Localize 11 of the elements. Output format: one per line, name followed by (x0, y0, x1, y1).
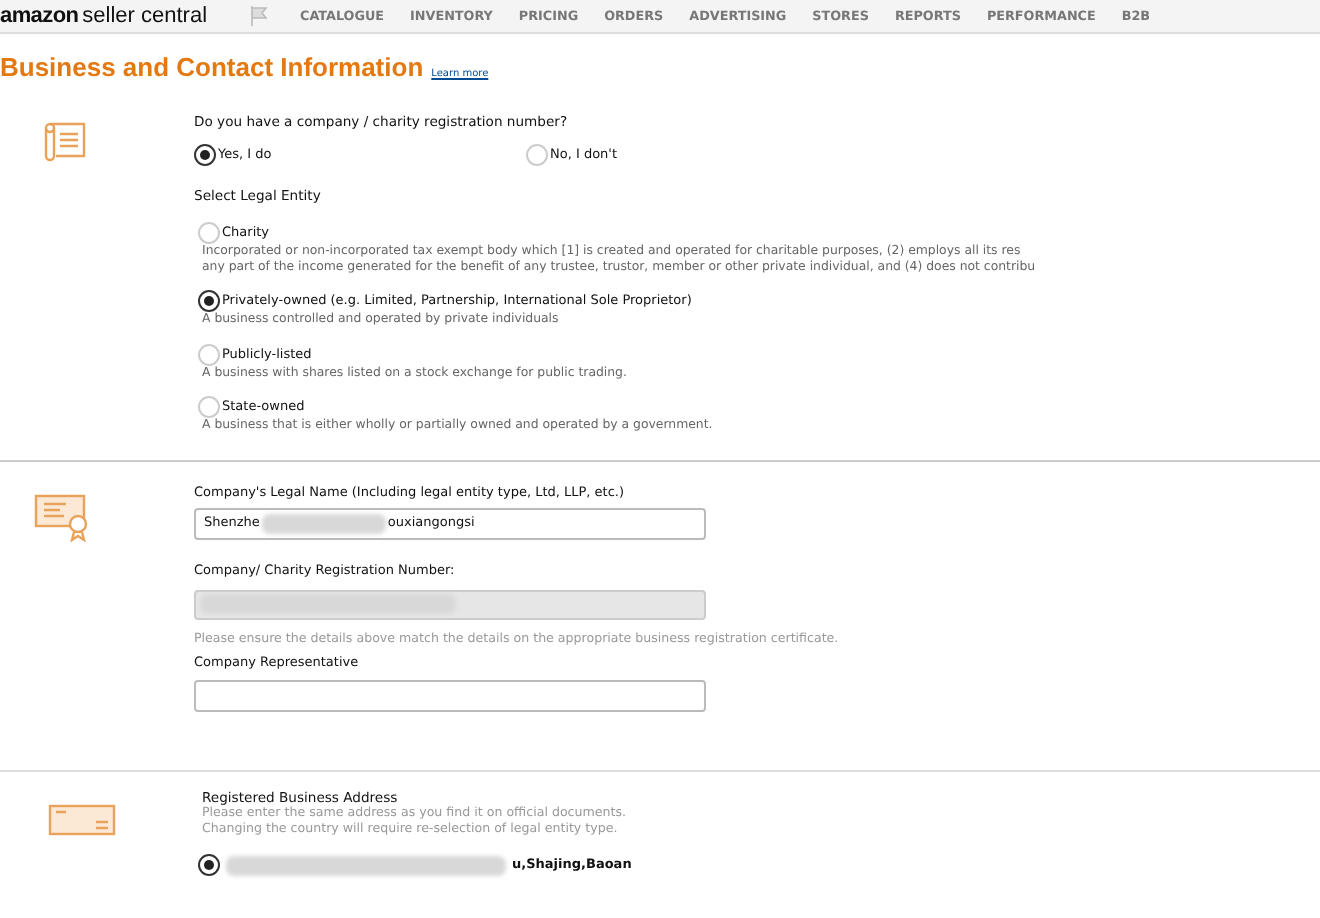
page-title: Business and Contact Information (0, 54, 424, 80)
logo-subtitle: seller central (82, 5, 208, 27)
representative-field[interactable] (194, 680, 706, 713)
radio-button[interactable] (198, 290, 220, 313)
redaction-blur (261, 514, 386, 535)
registration-number-field[interactable] (194, 589, 706, 620)
radio-button[interactable] (198, 854, 220, 877)
envelope-icon (48, 804, 116, 837)
radio-button[interactable] (194, 143, 216, 166)
amazon-logo[interactable]: amazon (0, 5, 79, 27)
flag-icon[interactable] (250, 6, 270, 26)
